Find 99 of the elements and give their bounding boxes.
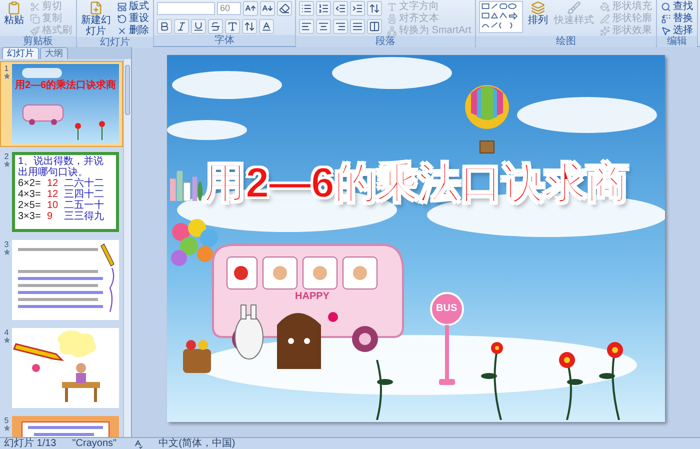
equation-text: 4×3= bbox=[18, 189, 42, 200]
underline-icon[interactable] bbox=[191, 19, 206, 34]
animation-star-icon bbox=[4, 337, 10, 343]
align-left-icon[interactable] bbox=[299, 19, 314, 34]
slide-thumbnail[interactable] bbox=[12, 240, 119, 320]
answer-text: 9 bbox=[47, 211, 54, 222]
slide-number: 5 bbox=[4, 416, 9, 425]
pen-icon bbox=[600, 14, 610, 24]
clipboard-icon bbox=[7, 1, 21, 15]
italic-icon[interactable] bbox=[174, 19, 189, 34]
bullets-icon[interactable] bbox=[299, 1, 314, 16]
numbering-icon[interactable] bbox=[316, 1, 331, 16]
outdent-icon[interactable] bbox=[333, 1, 348, 16]
indent-icon[interactable] bbox=[350, 1, 365, 16]
slide-list-item[interactable]: 5 bbox=[0, 413, 123, 437]
ribbon-button[interactable]: 选择 bbox=[660, 25, 694, 36]
rhyme-text: 三四十二 bbox=[64, 189, 104, 200]
bus-text: HAPPY bbox=[295, 291, 330, 302]
copy-icon bbox=[30, 14, 40, 24]
paintbrush-icon bbox=[30, 26, 40, 36]
ribbon-button[interactable]: 重设 bbox=[116, 13, 150, 24]
animation-star-icon bbox=[4, 73, 10, 79]
slide-number: 3 bbox=[4, 240, 9, 249]
animation-star-icon bbox=[4, 161, 10, 167]
cloud-shape bbox=[22, 68, 62, 78]
text-direction-icon bbox=[387, 2, 397, 12]
font-name-field[interactable] bbox=[157, 2, 215, 15]
group-label: 段落 bbox=[296, 36, 476, 47]
slide-list-item[interactable]: 4 bbox=[0, 325, 123, 411]
slide-number: 2 bbox=[4, 152, 9, 161]
search-icon bbox=[661, 2, 672, 12]
layout-icon bbox=[117, 2, 127, 12]
equation-text: 2×5= bbox=[18, 200, 42, 211]
bold-icon[interactable] bbox=[157, 19, 172, 34]
reset-icon bbox=[117, 14, 127, 24]
sparkle-icon bbox=[600, 26, 610, 36]
thumbnail-title: 用2—6的乘法口诀求商 bbox=[14, 80, 118, 91]
animation-star-icon bbox=[4, 249, 10, 255]
close-icon bbox=[117, 26, 127, 36]
align-icon bbox=[387, 14, 397, 24]
slide-thumbnail[interactable] bbox=[12, 328, 119, 408]
bus-drawing bbox=[22, 104, 64, 126]
font-color-icon[interactable] bbox=[259, 19, 274, 34]
slide-number: 1 bbox=[4, 64, 9, 73]
spacing-icon[interactable] bbox=[242, 19, 257, 34]
arrange-icon bbox=[531, 1, 546, 15]
group-label: 绘图 bbox=[476, 36, 656, 47]
ribbon-button[interactable]: 删除 bbox=[116, 25, 150, 36]
rhyme-text: 二五一十 bbox=[64, 200, 104, 211]
bus-stop-text: BUS bbox=[436, 303, 458, 314]
rhyme-text: 二六十二 bbox=[64, 178, 104, 189]
answer-text: 12 bbox=[47, 189, 60, 200]
answer-text: 12 bbox=[47, 178, 60, 189]
slide-list-item[interactable]: 1 用2—6的乘法口诀求商 bbox=[0, 61, 123, 147]
replace-icon bbox=[661, 14, 672, 24]
equation-text: 6×2= bbox=[18, 178, 42, 189]
font-size-field[interactable]: 60 bbox=[217, 2, 241, 15]
slide-number: 4 bbox=[4, 328, 9, 337]
group-label: 剪贴板 bbox=[0, 36, 76, 47]
scrollbar[interactable] bbox=[123, 59, 131, 437]
align-right-icon[interactable] bbox=[333, 19, 348, 34]
paint-bucket-icon bbox=[600, 2, 610, 12]
ribbon-button[interactable]: 查找 bbox=[660, 1, 694, 12]
eraser-icon[interactable] bbox=[277, 1, 292, 16]
equation-text: 3×3= bbox=[18, 211, 42, 222]
brush-icon bbox=[567, 1, 582, 15]
columns-icon[interactable] bbox=[367, 19, 382, 34]
slide-list-item[interactable]: 3 bbox=[0, 237, 123, 323]
status-text: 中文(简体，中国) bbox=[158, 438, 236, 449]
spell-check-icon[interactable] bbox=[132, 438, 143, 448]
answer-text: 10 bbox=[47, 200, 60, 211]
ribbon-large-button[interactable]: 粘贴 bbox=[3, 1, 25, 36]
group-label: 字体 bbox=[154, 35, 295, 46]
panel-tab[interactable]: 幻灯片 bbox=[2, 47, 39, 59]
slide-list-item[interactable]: 2 1、说出得数，并说出用哪句口诀。 6×2= 12 二六十二 4×3= 12 三四十二 2×5= 10 二五一十 3×3= 9 三三得九 bbox=[0, 149, 123, 235]
strikethrough-icon[interactable] bbox=[208, 19, 223, 34]
animation-star-icon bbox=[4, 425, 10, 431]
shrink-font-icon[interactable] bbox=[260, 1, 275, 16]
align-center-icon[interactable] bbox=[316, 19, 331, 34]
justify-icon[interactable] bbox=[350, 19, 365, 34]
diagram-icon bbox=[387, 26, 397, 36]
pointer-icon bbox=[661, 26, 672, 36]
rhyme-text: 三三得九 bbox=[64, 211, 104, 222]
group-label: 编辑 bbox=[657, 36, 698, 47]
ribbon-button[interactable]: 替换 bbox=[660, 13, 694, 24]
ribbon-large-button[interactable]: 新建幻灯片 bbox=[80, 1, 112, 37]
slide-thumbnail[interactable]: 1、说出得数，并说出用哪句口诀。 6×2= 12 二六十二 4×3= 12 三四十二 2×5= 10 二五一十 3×3= 9 三三得九 bbox=[12, 152, 119, 232]
line-spacing-icon[interactable] bbox=[367, 1, 382, 16]
group-label: 幻灯片 bbox=[77, 37, 153, 48]
ribbon-large-button[interactable]: 排列 bbox=[527, 1, 550, 36]
grow-font-icon[interactable] bbox=[243, 1, 258, 16]
shapes-gallery-icon[interactable] bbox=[479, 1, 524, 33]
exercise-heading: 1、说出得数，并说出用哪句口诀。 bbox=[18, 156, 105, 178]
ribbon-button[interactable]: 版式 bbox=[116, 1, 150, 12]
status-text: 幻灯片 1/13 bbox=[4, 438, 56, 449]
new-slide-icon bbox=[89, 1, 103, 15]
scissors-icon bbox=[30, 2, 40, 12]
status-text: "Crayons" bbox=[72, 438, 117, 449]
panel-tab[interactable]: 大纲 bbox=[40, 47, 68, 59]
